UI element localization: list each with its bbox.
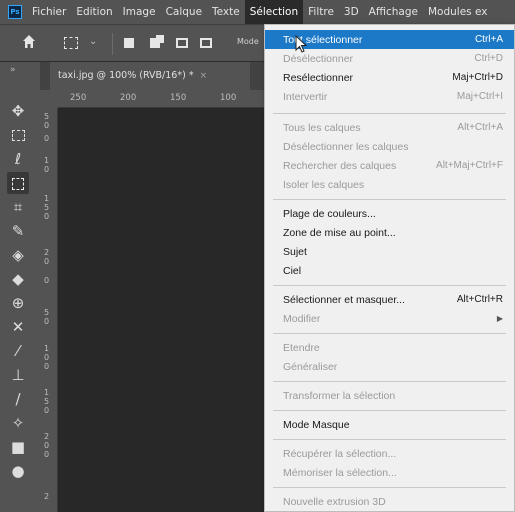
submenu-arrow-icon: ▶ bbox=[496, 314, 503, 323]
home-icon[interactable] bbox=[22, 34, 36, 50]
smudge-tool-icon[interactable]: ✧ bbox=[7, 412, 29, 434]
chevron-down-icon[interactable]: ⌄ bbox=[89, 35, 97, 49]
menu-item-etendre[interactable]: Etendre bbox=[265, 338, 514, 357]
ruler-tick: 1 5 0 bbox=[44, 194, 50, 221]
marquee-tool-icon[interactable] bbox=[7, 124, 29, 146]
panel-collapse-row: » bbox=[0, 62, 40, 90]
menu-texte[interactable]: Texte bbox=[207, 0, 245, 24]
ruler-tick: 200 bbox=[120, 93, 137, 103]
lasso-tool-icon[interactable]: ℓ bbox=[7, 148, 29, 170]
selection-menu-dropdown: Tout sélectionner Ctrl+A Désélectionner Ct… bbox=[264, 24, 515, 512]
menu-image[interactable]: Image bbox=[118, 0, 161, 24]
dodge-tool-icon[interactable]: ● bbox=[7, 460, 29, 482]
menu-separator bbox=[273, 487, 506, 488]
menu-separator bbox=[273, 113, 506, 114]
new-selection-icon[interactable] bbox=[124, 38, 134, 48]
ruler-tick: 1 0 bbox=[44, 156, 50, 174]
menu-item-intervertir[interactable]: Intervertir Maj+Ctrl+I bbox=[265, 87, 514, 106]
gradient-tool-icon[interactable]: ■ bbox=[7, 436, 29, 458]
menu-item-sujet[interactable]: Sujet bbox=[265, 242, 514, 261]
menu-item-tous-les-calques[interactable]: Tous les calques Alt+Ctrl+A bbox=[265, 118, 514, 137]
menu-affichage[interactable]: Affichage bbox=[364, 0, 423, 24]
menu-filtre[interactable]: Filtre bbox=[303, 0, 339, 24]
vertical-ruler: 5 0 0 1 0 1 5 0 2 0 0 5 0 1 0 0 1 5 0 2 … bbox=[40, 108, 58, 512]
menu-calque[interactable]: Calque bbox=[161, 0, 207, 24]
mode-label: Mode bbox=[237, 37, 259, 46]
menu-item-generaliser[interactable]: Généraliser bbox=[265, 357, 514, 376]
collapse-panel-icon[interactable]: » bbox=[10, 65, 16, 75]
menu-3d[interactable]: 3D bbox=[339, 0, 364, 24]
menu-modules[interactable]: Modules ex bbox=[423, 0, 492, 24]
ruler-tick: 1 5 0 bbox=[44, 388, 50, 415]
menu-item-plage-de-couleurs[interactable]: Plage de couleurs... bbox=[265, 204, 514, 223]
menu-item-deselectionner[interactable]: Désélectionner Ctrl+D bbox=[265, 49, 514, 68]
intersect-selection-icon[interactable] bbox=[200, 38, 212, 48]
menu-item-transformer-la-selection[interactable]: Transformer la sélection bbox=[265, 386, 514, 405]
ruler-tick: 100 bbox=[220, 93, 237, 103]
close-icon[interactable]: × bbox=[200, 71, 208, 81]
menu-item-mode-masque[interactable]: Mode Masque bbox=[265, 415, 514, 434]
subtract-selection-icon[interactable] bbox=[176, 38, 188, 48]
brush-tool-icon[interactable]: ◆ bbox=[7, 268, 29, 290]
menu-item-reselectionner[interactable]: Resélectionner Maj+Ctrl+D bbox=[265, 68, 514, 87]
tools-panel: ✥ ℓ ⌗ ✎ ◈ ◆ ⊕ ✕ ⁄ ⊥ ∕ ✧ ■ ● bbox=[0, 90, 40, 512]
ruler-tick: 150 bbox=[170, 93, 187, 103]
ruler-tick: 2 0 0 bbox=[44, 432, 50, 459]
toolbar-divider bbox=[112, 33, 113, 55]
healing-brush-tool-icon[interactable]: ◈ bbox=[7, 244, 29, 266]
menu-separator bbox=[273, 333, 506, 334]
stamp-tool-icon[interactable]: ⊥ bbox=[7, 364, 29, 386]
ruler-tick: 2 bbox=[44, 492, 50, 501]
menu-separator bbox=[273, 285, 506, 286]
ruler-tick: 2 0 bbox=[44, 248, 50, 266]
object-selection-tool-icon[interactable] bbox=[7, 172, 29, 194]
eraser-tool-icon[interactable]: ⁄ bbox=[7, 340, 29, 362]
menu-item-isoler-les-calques[interactable]: Isoler les calques bbox=[265, 175, 514, 194]
menu-item-nouvelle-extrusion-3d[interactable]: Nouvelle extrusion 3D bbox=[265, 492, 514, 511]
menu-edition[interactable]: Edition bbox=[71, 0, 117, 24]
menu-separator bbox=[273, 199, 506, 200]
ruler-tick: 0 bbox=[44, 276, 50, 285]
menu-item-modifier[interactable]: Modifier ▶ bbox=[265, 309, 514, 328]
menu-fichier[interactable]: Fichier bbox=[27, 0, 71, 24]
menu-selection[interactable]: Sélection bbox=[244, 0, 304, 24]
move-tool-icon[interactable]: ✥ bbox=[7, 100, 29, 122]
menu-item-zone-de-mise-au-point[interactable]: Zone de mise au point... bbox=[265, 223, 514, 242]
ruler-tick: 0 bbox=[44, 134, 50, 143]
history-brush-tool-icon[interactable]: ✕ bbox=[7, 316, 29, 338]
menu-item-rechercher-des-calques[interactable]: Rechercher des calques Alt+Maj+Ctrl+F bbox=[265, 156, 514, 175]
ruler-tick: 5 0 bbox=[44, 112, 50, 130]
ruler-tick: 1 0 0 bbox=[44, 344, 50, 371]
clone-stamp-tool-icon[interactable]: ⊕ bbox=[7, 292, 29, 314]
marquee-tool-preset-icon[interactable] bbox=[64, 37, 78, 49]
ruler-corner bbox=[40, 90, 58, 108]
menu-bar: Ps Fichier Edition Image Calque Texte Sé… bbox=[0, 0, 515, 24]
photoshop-logo-icon: Ps bbox=[8, 5, 22, 19]
menu-item-selectionner-et-masquer[interactable]: Sélectionner et masquer... Alt+Ctrl+R bbox=[265, 290, 514, 309]
document-tab-title: taxi.jpg @ 100% (RVB/16*) * bbox=[58, 70, 194, 81]
document-tab[interactable]: taxi.jpg @ 100% (RVB/16*) * × bbox=[50, 62, 250, 90]
ruler-tick: 5 0 bbox=[44, 308, 50, 326]
menu-item-ciel[interactable]: Ciel bbox=[265, 261, 514, 280]
ruler-tick: 250 bbox=[70, 93, 87, 103]
menu-separator bbox=[273, 381, 506, 382]
menu-item-deselectionner-les-calques[interactable]: Désélectionner les calques bbox=[265, 137, 514, 156]
menu-item-memoriser-la-selection[interactable]: Mémoriser la sélection... bbox=[265, 463, 514, 482]
add-to-selection-icon-overlay bbox=[156, 35, 164, 43]
menu-separator bbox=[273, 410, 506, 411]
pen-tool-icon[interactable]: ∕ bbox=[7, 388, 29, 410]
eyedropper-tool-icon[interactable]: ✎ bbox=[7, 220, 29, 242]
menu-separator bbox=[273, 439, 506, 440]
crop-tool-icon[interactable]: ⌗ bbox=[7, 196, 29, 218]
menu-item-recuperer-la-selection[interactable]: Récupérer la sélection... bbox=[265, 444, 514, 463]
